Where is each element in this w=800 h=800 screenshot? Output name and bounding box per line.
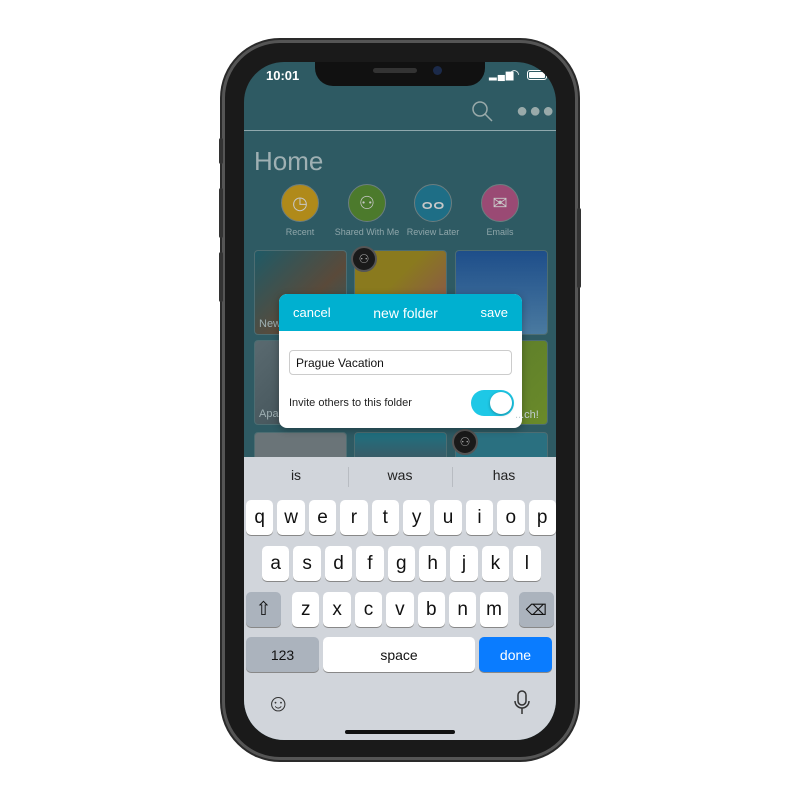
clock-icon: ◷ — [292, 192, 308, 213]
invite-toggle[interactable] — [471, 390, 514, 416]
tile-label: ...ch! — [515, 409, 539, 421]
suggestion[interactable]: is — [244, 467, 348, 483]
key[interactable]: n — [448, 592, 477, 627]
key[interactable]: t — [371, 500, 399, 535]
key[interactable]: c — [354, 592, 383, 627]
key[interactable]: e — [308, 500, 337, 535]
backspace-icon: ⌫ — [525, 601, 547, 619]
shared-with-me-button[interactable]: ⚇ — [348, 184, 386, 222]
wifi-icon: ◠ — [509, 67, 520, 81]
invite-label: Invite others to this folder — [289, 397, 412, 409]
numbers-key[interactable]: 123 — [246, 637, 319, 672]
key[interactable]: i — [465, 500, 494, 535]
key[interactable]: x — [323, 592, 351, 627]
shift-icon: ⇧ — [255, 599, 272, 620]
dialog-header: cancel new folder save — [279, 294, 522, 331]
key[interactable]: p — [528, 500, 556, 535]
shared-people-icon: ⚇ — [452, 429, 478, 455]
power-button — [577, 208, 581, 288]
shift-key[interactable]: ⇧ — [246, 592, 281, 627]
delete-key[interactable]: ⌫ — [518, 592, 554, 627]
notch — [315, 62, 485, 86]
key[interactable]: w — [277, 500, 305, 535]
header-divider — [244, 130, 556, 131]
save-button[interactable]: save — [481, 305, 508, 320]
key[interactable]: s — [293, 546, 321, 581]
key[interactable]: f — [356, 546, 384, 581]
search-icon[interactable] — [471, 100, 495, 124]
key[interactable]: q — [246, 500, 274, 535]
key[interactable]: j — [450, 546, 478, 581]
key[interactable]: b — [417, 592, 445, 627]
key[interactable]: y — [402, 500, 431, 535]
key[interactable]: h — [418, 546, 447, 581]
dialog-title: new folder — [373, 304, 438, 321]
key[interactable]: z — [292, 592, 320, 627]
screen: 10:01 ▂▄▆ ◠ ●●● Home ◷ ⚇ ⴰⴰ ✉ Recent Sha… — [244, 62, 556, 740]
review-later-button[interactable]: ⴰⴰ — [414, 184, 452, 222]
key[interactable]: o — [497, 500, 525, 535]
keyboard: is was has qwertyuiop asdfghjkl ⇧ zxcvbn… — [244, 457, 556, 740]
key[interactable]: d — [324, 546, 353, 581]
recent-button[interactable]: ◷ — [281, 184, 319, 222]
shared-people-icon: ⚇ — [351, 246, 377, 272]
space-key[interactable]: space — [323, 637, 475, 672]
category-label: Emails — [486, 227, 514, 237]
people-icon: ⚇ — [358, 192, 376, 213]
new-folder-dialog: cancel new folder save Invite others to … — [279, 294, 522, 428]
mute-switch — [219, 138, 223, 164]
glasses-icon: ⴰⴰ — [421, 192, 445, 213]
emails-button[interactable]: ✉ — [481, 184, 519, 222]
done-key[interactable]: done — [479, 637, 552, 672]
page-title: Home — [254, 146, 324, 176]
suggestion[interactable]: has — [452, 467, 556, 483]
key[interactable]: m — [480, 592, 508, 627]
key[interactable]: r — [340, 500, 368, 535]
envelope-icon: ✉ — [492, 192, 508, 213]
key[interactable]: u — [434, 500, 462, 535]
key[interactable]: a — [262, 546, 290, 581]
suggestion[interactable]: was — [348, 467, 452, 483]
volume-down-button — [219, 252, 223, 302]
volume-up-button — [219, 188, 223, 238]
status-time: 10:01 — [266, 68, 300, 83]
emoji-icon[interactable]: ☺ — [266, 690, 291, 718]
key[interactable]: k — [481, 546, 510, 581]
key[interactable]: g — [387, 546, 415, 581]
key[interactable]: l — [513, 546, 541, 581]
battery-icon — [527, 70, 547, 80]
more-dots-icon[interactable]: ●●● — [516, 100, 555, 123]
key[interactable]: v — [386, 592, 414, 627]
cancel-button[interactable]: cancel — [293, 305, 331, 320]
home-indicator[interactable] — [345, 730, 455, 734]
microphone-icon[interactable] — [512, 690, 532, 716]
folder-name-input[interactable] — [289, 350, 512, 375]
